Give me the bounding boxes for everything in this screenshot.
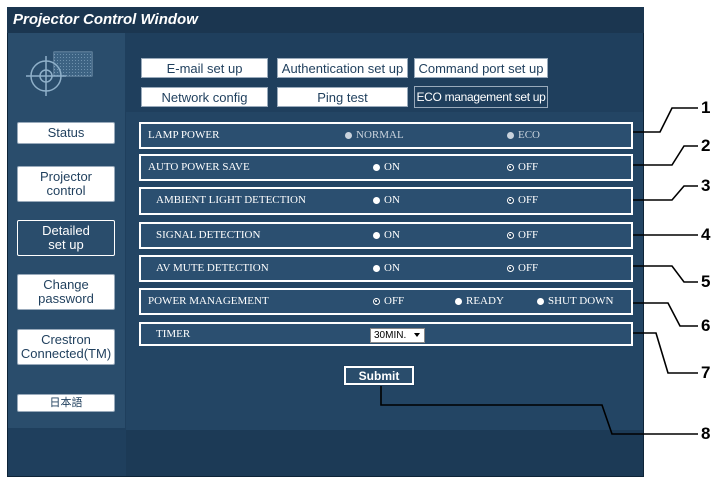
callout-number: 1 — [701, 98, 711, 117]
callout-number: 8 — [701, 424, 711, 443]
callout-number: 2 — [701, 136, 711, 155]
callout-number: 3 — [701, 176, 711, 195]
callout-number: 6 — [701, 316, 711, 335]
callout-number: 5 — [701, 272, 711, 291]
callout-number: 4 — [701, 225, 711, 244]
callout-leaders — [380, 107, 698, 435]
callout-number: 7 — [701, 363, 711, 382]
